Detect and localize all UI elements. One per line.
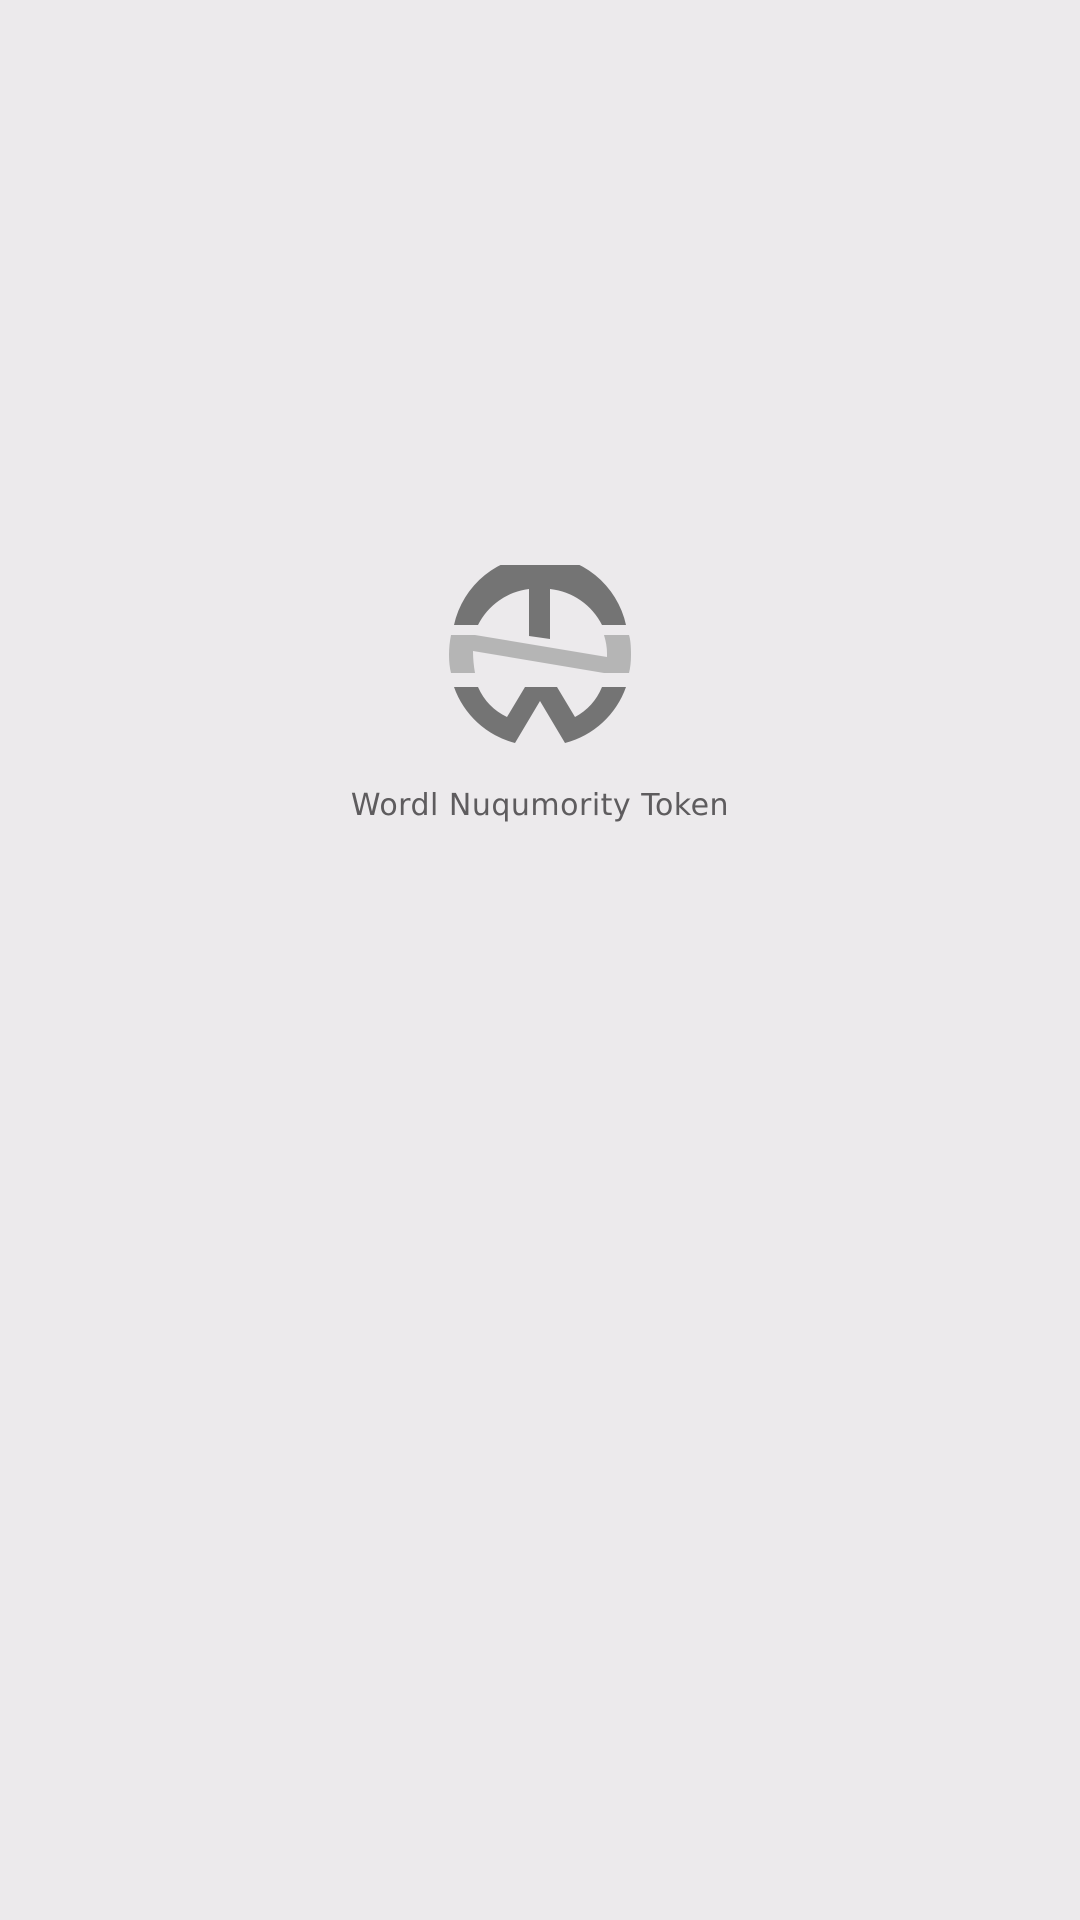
splash-screen: Wordl Nuqumority Token [0,0,1080,1920]
logo-bottom-w-arc [454,687,626,743]
app-title: Wordl Nuqumority Token [350,788,730,823]
logo-middle-band [449,635,631,673]
logo-top-arc [454,565,626,639]
wnt-coin-logo-icon [449,565,631,743]
